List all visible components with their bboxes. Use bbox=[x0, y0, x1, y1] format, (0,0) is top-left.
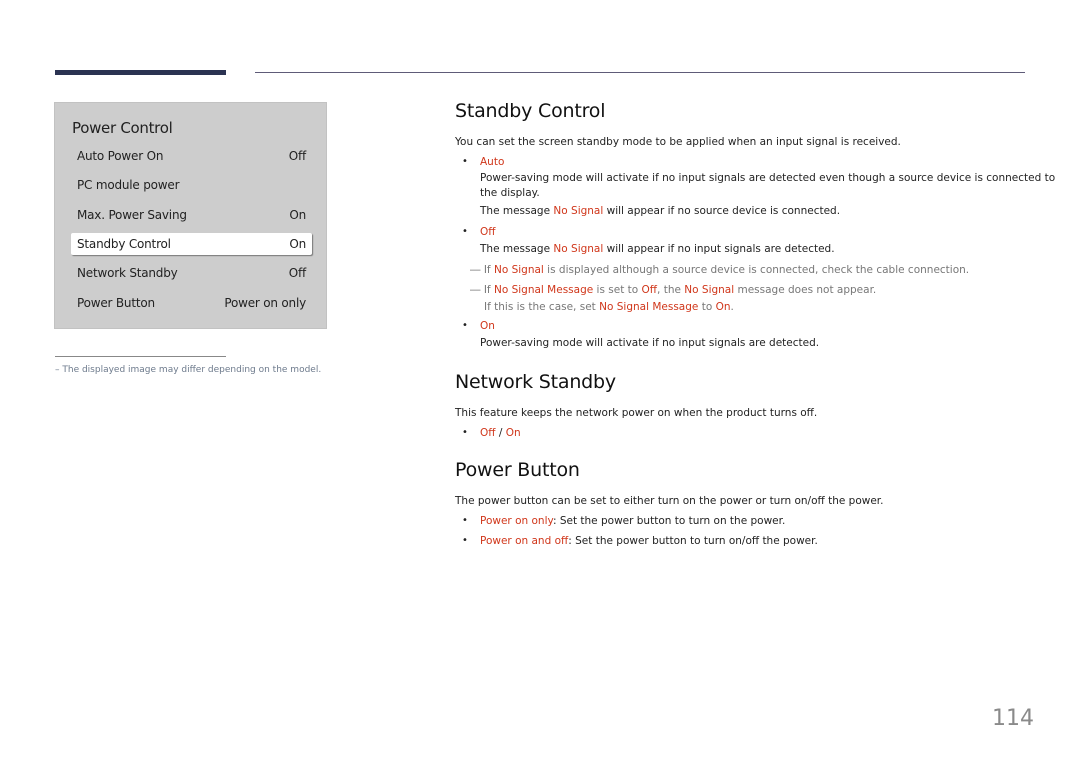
bullet-icon: • bbox=[462, 320, 468, 331]
no-signal-term: No Signal bbox=[493, 264, 544, 276]
text: . bbox=[730, 301, 734, 313]
text: ― If bbox=[470, 284, 494, 296]
text: will appear if no source device is conne… bbox=[603, 205, 841, 217]
option-on: On bbox=[505, 427, 521, 439]
menu-item-pc-module-power[interactable]: PC module power bbox=[71, 174, 312, 196]
network-standby-heading: Network Standby bbox=[455, 371, 616, 393]
menu-item-network-standby[interactable]: Network Standby Off bbox=[71, 262, 312, 284]
option-power-on-and-off: Power on and off: Set the power button t… bbox=[480, 535, 818, 547]
no-signal-term: No Signal bbox=[553, 243, 604, 255]
auto-description: Power-saving mode will activate if no in… bbox=[480, 172, 1056, 184]
off-message: The message No Signal will appear if no … bbox=[480, 243, 835, 255]
text: ― If bbox=[470, 264, 494, 276]
menu-item-label: Power Button bbox=[77, 296, 155, 310]
option-description: : Set the power button to turn on/off th… bbox=[568, 535, 818, 547]
power-button-heading: Power Button bbox=[455, 459, 580, 481]
page-number: 114 bbox=[992, 706, 1034, 731]
menu-item-max-power-saving[interactable]: Max. Power Saving On bbox=[71, 204, 312, 226]
text: will appear if no input signals are dete… bbox=[603, 243, 835, 255]
bullet-icon: • bbox=[462, 535, 468, 546]
text: message does not appear. bbox=[734, 284, 877, 296]
standby-intro: You can set the screen standby mode to b… bbox=[455, 136, 901, 148]
bullet-icon: • bbox=[462, 515, 468, 526]
separator: / bbox=[495, 427, 506, 439]
footnote: – The displayed image may differ dependi… bbox=[55, 365, 322, 375]
on-term: On bbox=[715, 301, 731, 313]
note-cable-connection: ― If No Signal is displayed although a s… bbox=[470, 264, 969, 276]
menu-item-value: Off bbox=[288, 266, 307, 280]
note-no-signal-message: ― If No Signal Message is set to Off, th… bbox=[470, 284, 876, 296]
menu-item-label: Max. Power Saving bbox=[77, 208, 187, 222]
standby-control-heading: Standby Control bbox=[455, 100, 606, 122]
text: to bbox=[698, 301, 716, 313]
menu-item-standby-control[interactable]: Standby Control On bbox=[71, 233, 312, 255]
bullet-icon: • bbox=[462, 427, 468, 438]
text: is set to bbox=[593, 284, 642, 296]
menu-item-power-button[interactable]: Power Button Power on only bbox=[71, 292, 312, 314]
menu-item-value: Power on only bbox=[224, 296, 306, 310]
bullet-icon: • bbox=[462, 226, 468, 237]
header-accent-bar bbox=[55, 70, 226, 75]
text: If this is the case, set bbox=[484, 301, 600, 313]
text: The message bbox=[480, 205, 554, 217]
note-set-message-on: If this is the case, set No Signal Messa… bbox=[484, 301, 734, 313]
footnote-divider bbox=[55, 356, 226, 357]
power-button-intro: The power button can be set to either tu… bbox=[455, 495, 884, 507]
text: , the bbox=[657, 284, 685, 296]
no-signal-term: No Signal bbox=[553, 205, 604, 217]
menu-title: Power Control bbox=[72, 119, 173, 137]
header-rule bbox=[255, 72, 1025, 73]
menu-item-value: On bbox=[289, 208, 306, 222]
option-off: Off bbox=[480, 226, 496, 238]
on-description: Power-saving mode will activate if no in… bbox=[480, 337, 820, 349]
auto-description-cont: the display. bbox=[480, 187, 540, 199]
menu-item-value: On bbox=[289, 237, 306, 251]
no-signal-message-term: No Signal Message bbox=[493, 284, 594, 296]
menu-item-label: Auto Power On bbox=[77, 149, 164, 163]
no-signal-message-term: No Signal Message bbox=[599, 301, 699, 313]
network-options: Off / On bbox=[480, 427, 521, 439]
option-description: : Set the power button to turn on the po… bbox=[552, 515, 786, 527]
menu-item-label: Standby Control bbox=[77, 237, 171, 251]
option-auto: Auto bbox=[480, 156, 505, 168]
bullet-icon: • bbox=[462, 156, 468, 167]
option-off: Off bbox=[480, 427, 496, 439]
auto-message: The message No Signal will appear if no … bbox=[480, 205, 840, 217]
menu-item-label: Network Standby bbox=[77, 266, 178, 280]
network-intro: This feature keeps the network power on … bbox=[455, 407, 818, 419]
power-control-menu: Power Control Auto Power On Off PC modul… bbox=[54, 102, 327, 329]
option-label: Power on only bbox=[480, 515, 553, 527]
off-term: Off bbox=[641, 284, 658, 296]
menu-item-auto-power-on[interactable]: Auto Power On Off bbox=[71, 145, 312, 167]
text: is displayed although a source device is… bbox=[543, 264, 970, 276]
no-signal-term: No Signal bbox=[684, 284, 735, 296]
text: The message bbox=[480, 243, 554, 255]
option-on: On bbox=[480, 320, 495, 332]
menu-item-label: PC module power bbox=[77, 178, 180, 192]
option-label: Power on and off bbox=[480, 535, 569, 547]
option-power-on-only: Power on only: Set the power button to t… bbox=[480, 515, 785, 527]
menu-item-value: Off bbox=[288, 149, 307, 163]
